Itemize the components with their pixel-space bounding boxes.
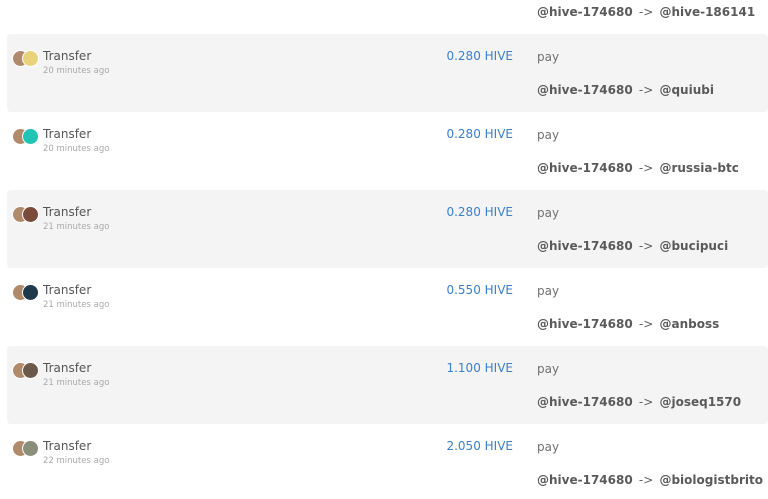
to-account-link[interactable]: @joseq1570 — [659, 395, 741, 409]
transfer-accounts: @hive-174680 -> @russia-btc — [537, 161, 739, 175]
operation-type: Transfer — [43, 205, 92, 219]
operation-time: 22 minutes ago — [43, 456, 110, 466]
to-account-link[interactable]: @bucipuci — [659, 239, 728, 253]
transfer-amount: 0.280 HIVE — [446, 205, 513, 219]
transfer-memo: pay — [537, 284, 560, 298]
transfer-accounts: @hive-174680 -> @bucipuci — [537, 239, 728, 253]
from-account-link[interactable]: @hive-174680 — [537, 161, 633, 175]
transfer-accounts: @hive-174680 -> @hive-186141 — [537, 5, 755, 19]
receiver-avatar[interactable] — [22, 284, 39, 301]
operation-time: 21 minutes ago — [43, 378, 110, 388]
transfer-memo: pay — [537, 128, 560, 142]
transfer-accounts: @hive-174680 -> @biologistbrito — [537, 473, 763, 487]
transfer-amount: 2.050 HIVE — [446, 439, 513, 453]
transfer-memo: pay — [537, 440, 560, 454]
transfer-memo: pay — [537, 362, 560, 376]
receiver-avatar[interactable] — [22, 440, 39, 457]
avatar-group — [12, 50, 39, 68]
from-account-link[interactable]: @hive-174680 — [537, 5, 633, 19]
transfer-amount: 1.100 HIVE — [446, 361, 513, 375]
operations-list: @hive-174680 -> @hive-186141 Transfer 20… — [7, 0, 768, 499]
operation-time: 21 minutes ago — [43, 222, 110, 232]
transfer-amount: 0.550 HIVE — [446, 283, 513, 297]
operation-row: Transfer 22 minutes ago 2.050 HIVE pay @… — [7, 424, 768, 499]
to-account-link[interactable]: @biologistbrito — [659, 473, 763, 487]
receiver-avatar[interactable] — [22, 362, 39, 379]
avatar-group — [12, 440, 39, 458]
avatar-group — [12, 206, 39, 224]
transfer-memo: pay — [537, 50, 560, 64]
arrow-separator: -> — [638, 395, 654, 409]
arrow-separator: -> — [638, 161, 654, 175]
arrow-separator: -> — [638, 473, 654, 487]
from-account-link[interactable]: @hive-174680 — [537, 83, 633, 97]
arrow-separator: -> — [638, 83, 654, 97]
arrow-separator: -> — [638, 5, 654, 19]
to-account-link[interactable]: @anboss — [659, 317, 719, 331]
to-account-link[interactable]: @hive-186141 — [659, 5, 755, 19]
operation-time: 21 minutes ago — [43, 300, 110, 310]
operation-time: 20 minutes ago — [43, 66, 110, 76]
partial-operation-row: @hive-174680 -> @hive-186141 — [7, 0, 768, 34]
to-account-link[interactable]: @quiubi — [659, 83, 714, 97]
operation-time: 20 minutes ago — [43, 144, 110, 154]
receiver-avatar[interactable] — [22, 128, 39, 145]
from-account-link[interactable]: @hive-174680 — [537, 473, 633, 487]
operation-row: Transfer 20 minutes ago 0.280 HIVE pay @… — [7, 34, 768, 112]
avatar-group — [12, 128, 39, 146]
from-account-link[interactable]: @hive-174680 — [537, 239, 633, 253]
transfer-accounts: @hive-174680 -> @joseq1570 — [537, 395, 741, 409]
transfer-amount: 0.280 HIVE — [446, 49, 513, 63]
transfer-accounts: @hive-174680 -> @quiubi — [537, 83, 714, 97]
operation-row: Transfer 21 minutes ago 0.280 HIVE pay @… — [7, 190, 768, 268]
operation-type: Transfer — [43, 127, 92, 141]
avatar-group — [12, 362, 39, 380]
operation-type: Transfer — [43, 439, 92, 453]
from-account-link[interactable]: @hive-174680 — [537, 317, 633, 331]
receiver-avatar[interactable] — [22, 206, 39, 223]
from-account-link[interactable]: @hive-174680 — [537, 395, 633, 409]
transfer-accounts: @hive-174680 -> @anboss — [537, 317, 719, 331]
arrow-separator: -> — [638, 239, 654, 253]
operation-type: Transfer — [43, 283, 92, 297]
operation-row: Transfer 21 minutes ago 0.550 HIVE pay @… — [7, 268, 768, 346]
operation-row: Transfer 21 minutes ago 1.100 HIVE pay @… — [7, 346, 768, 424]
transfer-amount: 0.280 HIVE — [446, 127, 513, 141]
operation-type: Transfer — [43, 361, 92, 375]
avatar-group — [12, 284, 39, 302]
arrow-separator: -> — [638, 317, 654, 331]
operation-type: Transfer — [43, 49, 92, 63]
transfer-memo: pay — [537, 206, 560, 220]
receiver-avatar[interactable] — [22, 50, 39, 67]
operation-row: Transfer 20 minutes ago 0.280 HIVE pay @… — [7, 112, 768, 190]
to-account-link[interactable]: @russia-btc — [659, 161, 738, 175]
